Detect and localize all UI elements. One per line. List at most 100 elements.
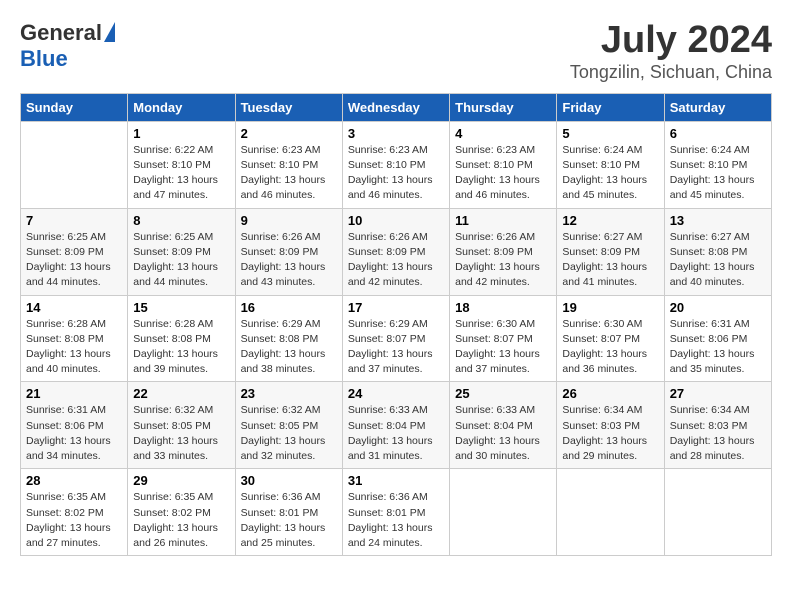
day-number: 30	[241, 473, 337, 488]
day-number: 22	[133, 386, 229, 401]
calendar-cell: 23 Sunrise: 6:32 AM Sunset: 8:05 PM Dayli…	[235, 382, 342, 469]
day-number: 19	[562, 300, 658, 315]
day-detail: Sunrise: 6:35 AM Sunset: 8:02 PM Dayligh…	[133, 490, 229, 551]
logo-blue: Blue	[20, 46, 68, 72]
day-detail: Sunrise: 6:31 AM Sunset: 8:06 PM Dayligh…	[26, 403, 122, 464]
header-friday: Friday	[557, 93, 664, 121]
calendar-cell: 29Sunrise: 6:35 AM Sunset: 8:02 PM Dayli…	[128, 469, 235, 556]
calendar-week-row: 28 Sunrise: 6:35 AM Sunset: 8:02 PM Dayli…	[21, 469, 772, 556]
day-detail: Sunrise: 6:36 AM Sunset: 8:01 PM Dayligh…	[241, 490, 337, 551]
title-block: July 2024 Tongzilin, Sichuan, China	[570, 20, 772, 83]
day-detail: Sunrise: 6:22 AM Sunset: 8:10 PM Dayligh…	[133, 143, 229, 204]
calendar-cell	[664, 469, 771, 556]
day-number: 5	[562, 126, 658, 141]
calendar-cell: 7 Sunrise: 6:25 AM Sunset: 8:09 PM Daylig…	[21, 208, 128, 295]
day-number: 28	[26, 473, 122, 488]
day-number: 13	[670, 213, 766, 228]
day-number: 15	[133, 300, 229, 315]
logo: General Blue	[20, 20, 115, 72]
page-header: General Blue July 2024 Tongzilin, Sichua…	[20, 20, 772, 83]
calendar-cell	[450, 469, 557, 556]
day-detail: Sunrise: 6:25 AM Sunset: 8:09 PM Dayligh…	[26, 230, 122, 291]
day-number: 9	[241, 213, 337, 228]
day-detail: Sunrise: 6:35 AM Sunset: 8:02 PM Dayligh…	[26, 490, 122, 551]
day-number: 18	[455, 300, 551, 315]
location: Tongzilin, Sichuan, China	[570, 62, 772, 83]
calendar-cell: 19 Sunrise: 6:30 AM Sunset: 8:07 PM Dayli…	[557, 295, 664, 382]
day-number: 4	[455, 126, 551, 141]
calendar-cell: 12 Sunrise: 6:27 AM Sunset: 8:09 PM Dayli…	[557, 208, 664, 295]
day-detail: Sunrise: 6:33 AM Sunset: 8:04 PM Dayligh…	[455, 403, 551, 464]
day-number: 27	[670, 386, 766, 401]
calendar-cell: 4Sunrise: 6:23 AM Sunset: 8:10 PM Daylig…	[450, 121, 557, 208]
day-number: 24	[348, 386, 444, 401]
day-detail: Sunrise: 6:30 AM Sunset: 8:07 PM Dayligh…	[562, 317, 658, 378]
calendar-cell: 1Sunrise: 6:22 AM Sunset: 8:10 PM Daylig…	[128, 121, 235, 208]
day-number: 2	[241, 126, 337, 141]
day-detail: Sunrise: 6:26 AM Sunset: 8:09 PM Dayligh…	[348, 230, 444, 291]
day-number: 7	[26, 213, 122, 228]
header-sunday: Sunday	[21, 93, 128, 121]
calendar-cell	[557, 469, 664, 556]
calendar-cell: 17Sunrise: 6:29 AM Sunset: 8:07 PM Dayli…	[342, 295, 449, 382]
day-detail: Sunrise: 6:28 AM Sunset: 8:08 PM Dayligh…	[133, 317, 229, 378]
day-number: 8	[133, 213, 229, 228]
calendar-cell: 27 Sunrise: 6:34 AM Sunset: 8:03 PM Dayli…	[664, 382, 771, 469]
day-detail: Sunrise: 6:32 AM Sunset: 8:05 PM Dayligh…	[241, 403, 337, 464]
calendar-cell: 3Sunrise: 6:23 AM Sunset: 8:10 PM Daylig…	[342, 121, 449, 208]
header-wednesday: Wednesday	[342, 93, 449, 121]
day-number: 3	[348, 126, 444, 141]
day-number: 17	[348, 300, 444, 315]
day-number: 26	[562, 386, 658, 401]
calendar-cell: 15 Sunrise: 6:28 AM Sunset: 8:08 PM Dayli…	[128, 295, 235, 382]
day-number: 23	[241, 386, 337, 401]
calendar-cell: 10 Sunrise: 6:26 AM Sunset: 8:09 PM Dayli…	[342, 208, 449, 295]
header-thursday: Thursday	[450, 93, 557, 121]
day-detail: Sunrise: 6:25 AM Sunset: 8:09 PM Dayligh…	[133, 230, 229, 291]
header-saturday: Saturday	[664, 93, 771, 121]
calendar-cell: 9Sunrise: 6:26 AM Sunset: 8:09 PM Daylig…	[235, 208, 342, 295]
calendar-cell: 8 Sunrise: 6:25 AM Sunset: 8:09 PM Daylig…	[128, 208, 235, 295]
calendar-cell: 24Sunrise: 6:33 AM Sunset: 8:04 PM Dayli…	[342, 382, 449, 469]
calendar-week-row: 14Sunrise: 6:28 AM Sunset: 8:08 PM Dayli…	[21, 295, 772, 382]
day-detail: Sunrise: 6:31 AM Sunset: 8:06 PM Dayligh…	[670, 317, 766, 378]
day-number: 6	[670, 126, 766, 141]
header-monday: Monday	[128, 93, 235, 121]
logo-triangle-icon	[104, 22, 115, 42]
month-year: July 2024	[570, 20, 772, 62]
day-detail: Sunrise: 6:27 AM Sunset: 8:08 PM Dayligh…	[670, 230, 766, 291]
calendar-cell: 31Sunrise: 6:36 AM Sunset: 8:01 PM Dayli…	[342, 469, 449, 556]
day-number: 25	[455, 386, 551, 401]
day-detail: Sunrise: 6:30 AM Sunset: 8:07 PM Dayligh…	[455, 317, 551, 378]
calendar-cell: 13 Sunrise: 6:27 AM Sunset: 8:08 PM Dayli…	[664, 208, 771, 295]
calendar-cell: 16Sunrise: 6:29 AM Sunset: 8:08 PM Dayli…	[235, 295, 342, 382]
header-tuesday: Tuesday	[235, 93, 342, 121]
day-number: 10	[348, 213, 444, 228]
day-detail: Sunrise: 6:34 AM Sunset: 8:03 PM Dayligh…	[562, 403, 658, 464]
calendar-header-row: SundayMondayTuesdayWednesdayThursdayFrid…	[21, 93, 772, 121]
day-detail: Sunrise: 6:27 AM Sunset: 8:09 PM Dayligh…	[562, 230, 658, 291]
calendar-cell: 28 Sunrise: 6:35 AM Sunset: 8:02 PM Dayli…	[21, 469, 128, 556]
day-number: 11	[455, 213, 551, 228]
day-number: 21	[26, 386, 122, 401]
calendar-cell	[21, 121, 128, 208]
calendar-cell: 25 Sunrise: 6:33 AM Sunset: 8:04 PM Dayli…	[450, 382, 557, 469]
day-detail: Sunrise: 6:32 AM Sunset: 8:05 PM Dayligh…	[133, 403, 229, 464]
calendar-cell: 6Sunrise: 6:24 AM Sunset: 8:10 PM Daylig…	[664, 121, 771, 208]
calendar-week-row: 7 Sunrise: 6:25 AM Sunset: 8:09 PM Daylig…	[21, 208, 772, 295]
day-detail: Sunrise: 6:26 AM Sunset: 8:09 PM Dayligh…	[455, 230, 551, 291]
day-detail: Sunrise: 6:29 AM Sunset: 8:08 PM Dayligh…	[241, 317, 337, 378]
calendar-cell: 22 Sunrise: 6:32 AM Sunset: 8:05 PM Dayli…	[128, 382, 235, 469]
day-number: 20	[670, 300, 766, 315]
calendar-cell: 26 Sunrise: 6:34 AM Sunset: 8:03 PM Dayli…	[557, 382, 664, 469]
day-number: 31	[348, 473, 444, 488]
day-detail: Sunrise: 6:23 AM Sunset: 8:10 PM Dayligh…	[241, 143, 337, 204]
logo-general: General	[20, 20, 102, 46]
calendar-table: SundayMondayTuesdayWednesdayThursdayFrid…	[20, 93, 772, 556]
calendar-cell: 11 Sunrise: 6:26 AM Sunset: 8:09 PM Dayli…	[450, 208, 557, 295]
day-number: 12	[562, 213, 658, 228]
calendar-cell: 20 Sunrise: 6:31 AM Sunset: 8:06 PM Dayli…	[664, 295, 771, 382]
day-detail: Sunrise: 6:34 AM Sunset: 8:03 PM Dayligh…	[670, 403, 766, 464]
calendar-cell: 30 Sunrise: 6:36 AM Sunset: 8:01 PM Dayli…	[235, 469, 342, 556]
calendar-cell: 5Sunrise: 6:24 AM Sunset: 8:10 PM Daylig…	[557, 121, 664, 208]
